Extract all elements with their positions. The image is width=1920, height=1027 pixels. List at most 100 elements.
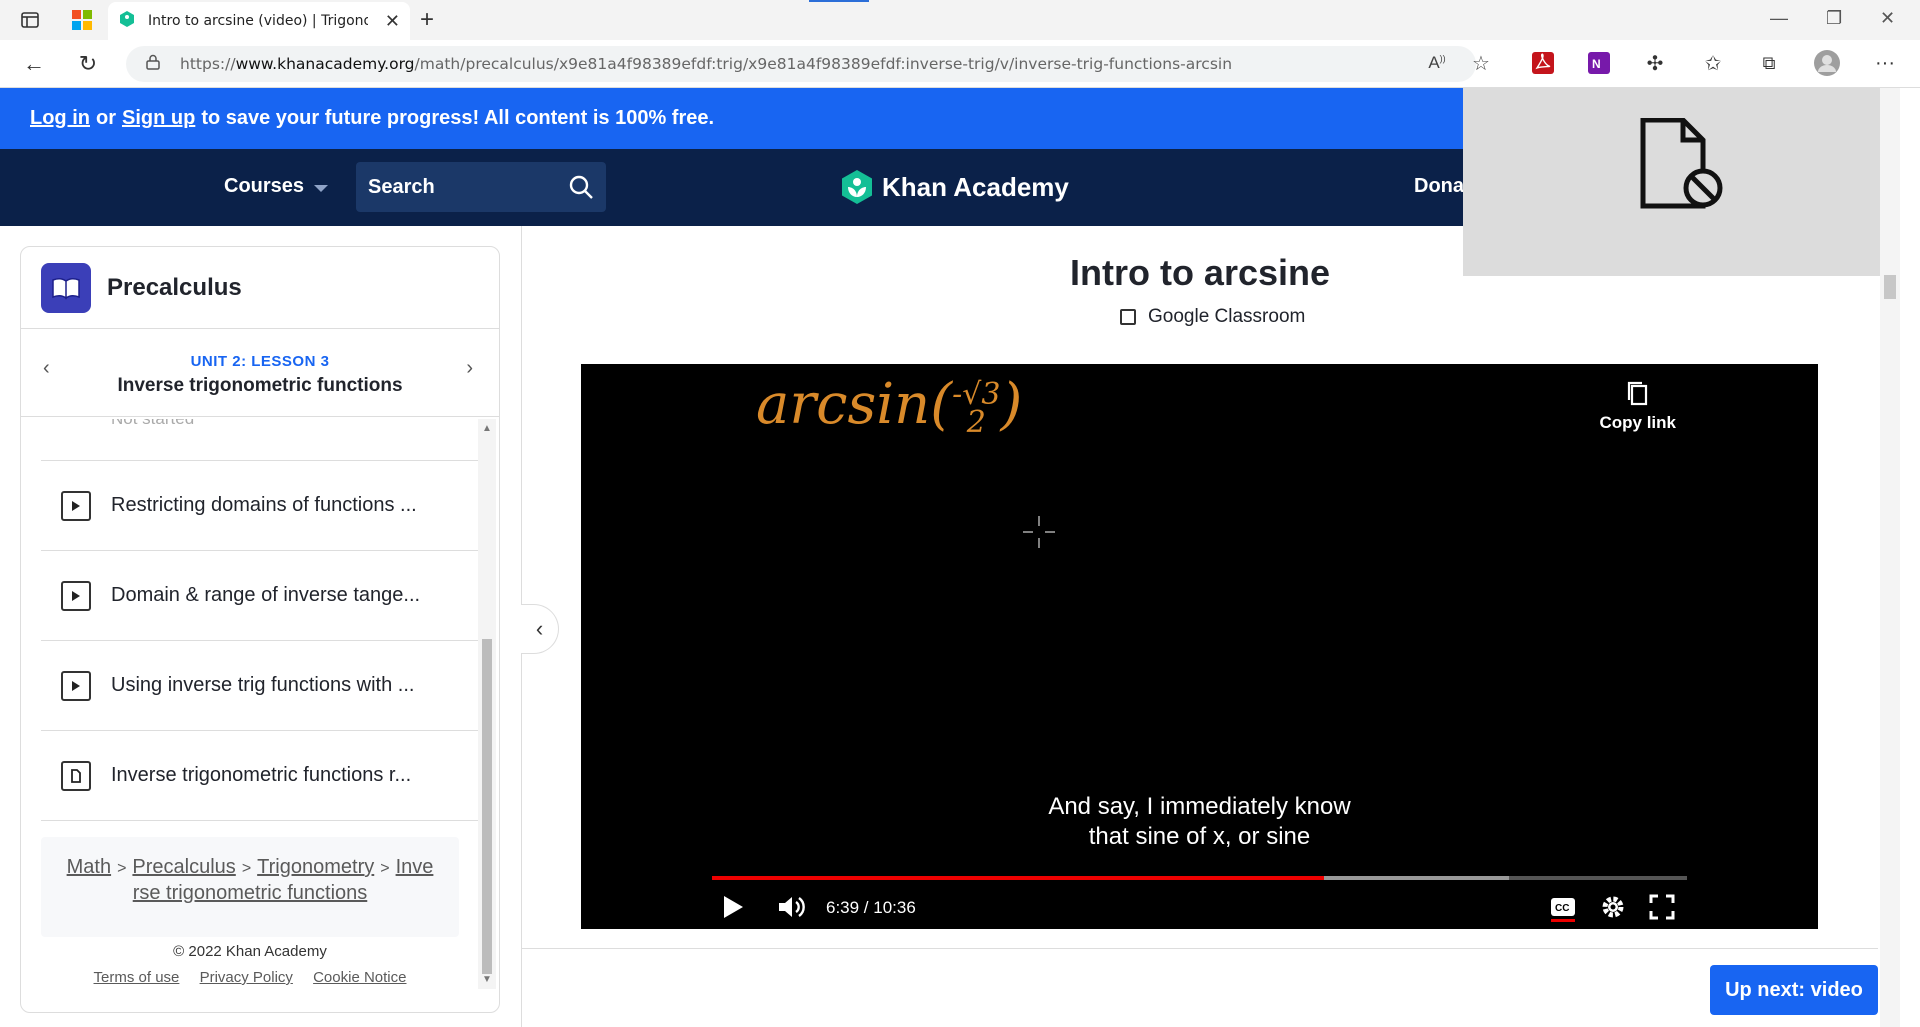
favorites-icon[interactable]: ✩	[1700, 50, 1726, 76]
cookie-link[interactable]: Cookie Notice	[313, 969, 406, 986]
frac-den: 2	[966, 404, 986, 440]
course-title[interactable]: Precalculus	[107, 274, 242, 302]
onenote-extension-icon[interactable]: N	[1586, 50, 1612, 76]
banner-message: to save your future progress! All conten…	[201, 107, 715, 129]
tab-close-icon[interactable]: ✕	[385, 11, 400, 32]
up-next-button[interactable]: Up next: video	[1710, 965, 1878, 1015]
caret-down-icon	[314, 185, 329, 192]
unit-label: UNIT 2: LESSON 3	[190, 353, 330, 370]
lesson-sidebar: Precalculus ‹ UNIT 2: LESSON 3 Inverse t…	[20, 246, 500, 1013]
signup-link[interactable]: Sign up	[122, 107, 195, 130]
play-icon	[61, 580, 91, 611]
collapse-sidebar-button[interactable]: ‹	[521, 604, 559, 654]
address-bar-row: ← ↻ https://www.khanacademy.org/math/pre…	[0, 40, 1920, 88]
close-window-icon[interactable]: ✕	[1880, 8, 1895, 29]
fullscreen-icon[interactable]	[1649, 894, 1675, 925]
page-title: Intro to arcsine	[1069, 252, 1331, 293]
breadcrumb-precalculus[interactable]: Precalculus	[132, 856, 235, 878]
sidebar-scrollbar[interactable]: ▲ ▼	[478, 419, 496, 989]
video-time: 6:39 / 10:36	[826, 898, 916, 917]
minimize-icon[interactable]: —	[1770, 8, 1788, 29]
play-icon	[61, 670, 91, 701]
pdf-extension-icon[interactable]	[1530, 50, 1556, 76]
site-header: Courses Search Khan Academy Dona	[0, 149, 1464, 226]
terms-link[interactable]: Terms of use	[94, 969, 180, 986]
khan-favicon-icon	[118, 10, 136, 33]
breadcrumb-separator: >	[241, 860, 252, 877]
browser-tab-bar: Intro to arcsine (video) | Trigonom ✕ + …	[0, 0, 1920, 40]
khan-academy-logo[interactable]: Khan Academy	[840, 169, 1069, 205]
breadcrumb-separator: >	[380, 860, 390, 877]
google-classroom-button[interactable]: Google Classroom	[1120, 306, 1305, 328]
more-menu-icon[interactable]: ···	[1872, 50, 1898, 76]
search-input[interactable]: Search	[356, 162, 606, 212]
breadcrumb-math[interactable]: Math	[67, 856, 111, 878]
list-item[interactable]: Not started	[41, 419, 479, 461]
add-favorite-icon[interactable]: ☆	[1468, 50, 1494, 76]
blocked-file-icon	[1640, 118, 1723, 209]
list-item[interactable]: Using inverse trig functions with ...	[41, 641, 479, 731]
read-aloud-icon[interactable]: A))	[1424, 50, 1450, 76]
captions-button[interactable]: CC	[1549, 894, 1577, 927]
player-controls: 6:39 / 10:36 CC	[581, 884, 1818, 929]
breadcrumb-separator: >	[117, 860, 127, 877]
tab-indicator	[809, 0, 869, 2]
article-icon	[61, 760, 91, 791]
board-handwriting: arcsin(-√3 2)	[756, 372, 1023, 440]
progress-played	[712, 876, 1325, 880]
login-link[interactable]: Log in	[30, 107, 90, 130]
play-icon	[61, 490, 91, 521]
next-lesson-icon[interactable]: ›	[466, 357, 473, 380]
crosshair-cursor-icon	[1023, 516, 1055, 548]
item-label: Using inverse trig functions with ...	[111, 674, 415, 696]
video-player[interactable]: arcsin(-√3 2) Copy link And say, I immedi…	[581, 364, 1818, 929]
board-fraction: -√3 2	[952, 379, 1000, 440]
volume-icon[interactable]	[777, 894, 807, 925]
copy-link-button[interactable]: Copy link	[1599, 380, 1676, 433]
page-scroll-thumb[interactable]	[1884, 275, 1896, 299]
scroll-up-icon[interactable]: ▲	[482, 423, 492, 434]
settings-gear-icon[interactable]	[1600, 894, 1626, 925]
url-text: https://www.khanacademy.org/math/precalc…	[180, 55, 1233, 73]
copy-link-label: Copy link	[1599, 413, 1676, 432]
restore-icon[interactable]: ❐	[1826, 8, 1842, 29]
play-button[interactable]	[721, 894, 745, 925]
lesson-items-list: Not started Restricting domains of funct…	[41, 419, 479, 827]
courses-menu[interactable]: Courses	[224, 175, 329, 198]
item-status: Not started	[111, 419, 194, 429]
breadcrumb-trigonometry[interactable]: Trigonometry	[257, 856, 374, 878]
copy-icon	[1627, 381, 1647, 406]
caption-line: that sine of x, or sine	[1088, 823, 1311, 850]
page-scrollbar[interactable]	[1880, 88, 1900, 1027]
board-arcsin: arcsin	[756, 372, 931, 437]
back-icon[interactable]: ←	[22, 51, 46, 76]
video-progress-bar[interactable]	[712, 876, 1687, 880]
list-item[interactable]: Restricting domains of functions ...	[41, 461, 479, 551]
tab-actions-icon[interactable]	[18, 8, 42, 32]
donate-link[interactable]: Dona	[1414, 175, 1464, 198]
privacy-link[interactable]: Privacy Policy	[200, 969, 293, 986]
active-tab[interactable]: Intro to arcsine (video) | Trigonom ✕	[108, 2, 410, 40]
url-field[interactable]: https://www.khanacademy.org/math/precalc…	[126, 46, 1476, 82]
search-icon[interactable]	[568, 174, 594, 206]
list-item[interactable]: Domain & range of inverse tange...	[41, 551, 479, 641]
scroll-down-icon[interactable]: ▼	[482, 974, 492, 985]
course-header: Precalculus	[21, 247, 499, 329]
collections-icon[interactable]: ⧉	[1756, 50, 1782, 76]
logo-text: Khan Academy	[882, 171, 1069, 202]
banner-or: or	[95, 107, 116, 129]
courses-label: Courses	[224, 175, 305, 197]
workspaces-icon[interactable]	[70, 8, 94, 32]
bottom-divider	[522, 948, 1878, 949]
svg-text:CC: CC	[1555, 903, 1569, 914]
search-placeholder: Search	[368, 175, 435, 198]
scroll-thumb[interactable]	[482, 639, 492, 974]
list-item[interactable]: Inverse trigonometric functions r...	[41, 731, 479, 821]
refresh-icon[interactable]: ↻	[76, 51, 100, 76]
profile-avatar[interactable]	[1814, 50, 1840, 76]
new-tab-icon[interactable]: +	[420, 6, 434, 34]
lesson-nav: ‹ UNIT 2: LESSON 3 Inverse trigonometric…	[21, 329, 499, 417]
extensions-icon[interactable]: ✣	[1642, 50, 1668, 76]
breadcrumb: Math > Precalculus > Trigonometry > Inve rse t…	[41, 837, 459, 937]
khan-logo-icon	[842, 170, 872, 204]
